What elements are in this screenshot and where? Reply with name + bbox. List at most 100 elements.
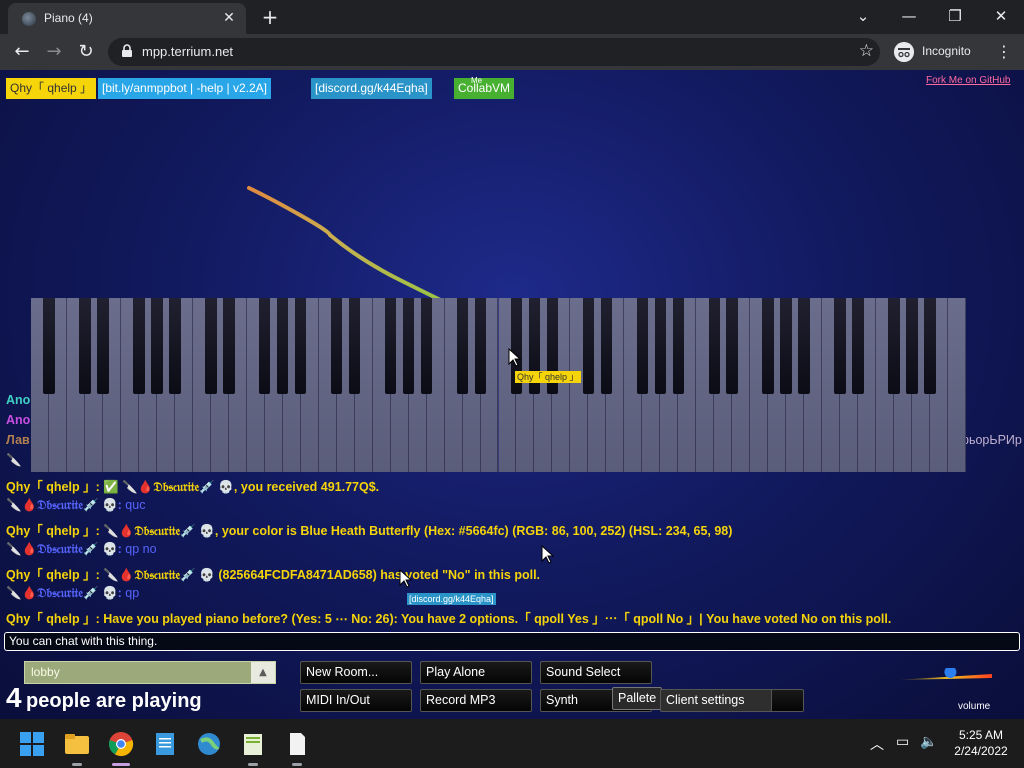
windows-start-icon[interactable]	[19, 731, 45, 757]
volume-slider[interactable]	[896, 668, 996, 700]
piano-black-key[interactable]	[276, 298, 289, 394]
chat-username: 🔪🩸𝔇𝔟𝔰𝔠𝔲𝔯𝔦𝔱𝔢💉 💀:	[6, 586, 122, 600]
chat-message: Qhy「 qhelp 」: 🔪🩸𝔇𝔟𝔰𝔠𝔲𝔯𝔦𝔱𝔢💉 💀, your color…	[6, 520, 732, 539]
piano-black-key[interactable]	[474, 298, 487, 394]
piano-black-key[interactable]	[330, 298, 343, 394]
clock[interactable]: 5:25 AM 2/24/2022	[948, 727, 1014, 759]
chat-username: Qhy「 qhelp 」:	[6, 524, 100, 538]
piano-black-key[interactable]	[762, 298, 774, 394]
client-settings-button[interactable]: Client settings	[660, 689, 772, 712]
chat-username: Qhy「 qhelp 」:	[6, 480, 100, 494]
reload-icon[interactable]: ↻	[74, 40, 98, 64]
midi-button[interactable]: MIDI In/Out	[300, 689, 412, 712]
chat-message: 🔪🩸𝔇𝔟𝔰𝔠𝔲𝔯𝔦𝔱𝔢💉 💀: qp	[6, 586, 139, 601]
chat-username: Qhy「 qhelp 」:	[6, 612, 100, 626]
display-icon[interactable]: ▭	[896, 734, 909, 750]
chat-text: quc	[125, 498, 146, 512]
incognito-profile-button[interactable]: Incognito	[890, 39, 986, 65]
chat-partial-knife-icon: 🔪	[6, 453, 22, 467]
chat-text: qp no	[125, 542, 157, 556]
piano-black-key[interactable]	[708, 298, 720, 394]
blank-file-icon[interactable]	[284, 731, 310, 757]
piano-black-key[interactable]	[672, 298, 685, 394]
chat-partial: Лав	[6, 433, 30, 447]
new-room-button[interactable]: New Room...	[300, 661, 412, 684]
piano-white-key[interactable]	[948, 298, 966, 472]
forward-arrow-icon[interactable]: →	[42, 40, 66, 64]
minimize-icon[interactable]: —	[887, 4, 931, 28]
speaker-icon[interactable]: 🔈	[920, 734, 937, 750]
piano-black-key[interactable]	[97, 298, 109, 394]
piano-black-key[interactable]	[258, 298, 271, 394]
new-tab-plus-icon[interactable]: +	[258, 6, 282, 28]
piano-keyboard[interactable]	[31, 298, 966, 472]
pallete-button[interactable]: Pallete	[612, 687, 662, 710]
tab-title: Piano (4)	[44, 11, 93, 25]
player-count-number: 4	[6, 682, 22, 713]
piano-black-key[interactable]	[906, 298, 918, 394]
piano-black-key[interactable]	[600, 298, 613, 394]
piano-black-key[interactable]	[205, 298, 217, 394]
player-count-text: people are playing	[26, 690, 202, 712]
notepad-icon[interactable]	[152, 731, 178, 757]
piano-black-key[interactable]	[43, 298, 55, 394]
network-globe-icon[interactable]	[196, 731, 222, 757]
cursor-name-tag: [discord.gg/k44Eqha]	[407, 593, 496, 605]
piano-black-key[interactable]	[384, 298, 397, 394]
chrome-icon[interactable]	[108, 731, 134, 757]
piano-black-key[interactable]	[582, 298, 595, 394]
piano-page: Qhy「 qhelp 」 [bit.ly/anmppbot | -help | …	[0, 70, 1024, 719]
piano-black-key[interactable]	[348, 298, 361, 394]
address-bar[interactable]: mpp.terrium.net ☆	[108, 38, 880, 66]
bookmark-star-icon[interactable]: ☆	[859, 41, 874, 61]
record-mp3-button[interactable]: Record MP3	[420, 689, 532, 712]
clock-date: 2/24/2022	[954, 744, 1008, 758]
close-tab-icon[interactable]: ✕	[220, 9, 238, 27]
triangle-up-icon[interactable]: ▲	[251, 662, 275, 683]
chat-input[interactable]: You can chat with this thing.	[4, 632, 1020, 651]
piano-black-key[interactable]	[636, 298, 649, 394]
piano-black-key[interactable]	[151, 298, 163, 394]
taskbar-indicator	[292, 763, 302, 766]
piano-black-key[interactable]	[654, 298, 667, 394]
incognito-label: Incognito	[922, 44, 971, 58]
piano-black-key[interactable]	[726, 298, 738, 394]
piano-black-key[interactable]	[402, 298, 415, 394]
piano-black-key[interactable]	[420, 298, 433, 394]
piano-favicon-icon	[22, 12, 36, 26]
chat-message: Qhy「 qhelp 」: 🔪🩸𝔇𝔟𝔰𝔠𝔲𝔯𝔦𝔱𝔢💉 💀 (825664FCDF…	[6, 564, 540, 583]
piano-black-key[interactable]	[924, 298, 936, 394]
chat-text: 🔪🩸𝔇𝔟𝔰𝔠𝔲𝔯𝔦𝔱𝔢💉 💀, your color is Blue Heath…	[103, 524, 733, 538]
chat-message: 🔪🩸𝔇𝔟𝔰𝔠𝔲𝔯𝔦𝔱𝔢💉 💀: quc	[6, 498, 145, 513]
notepadpp-icon[interactable]	[240, 731, 266, 757]
piano-black-key[interactable]	[888, 298, 900, 394]
piano-black-key[interactable]	[133, 298, 145, 394]
windows-taskbar: ︿ ▭ 🔈 5:25 AM 2/24/2022	[0, 719, 1024, 768]
taskbar-indicator-active	[112, 763, 130, 766]
browser-tab[interactable]: Piano (4) ✕	[8, 3, 246, 34]
piano-black-key[interactable]	[780, 298, 792, 394]
piano-black-key[interactable]	[79, 298, 91, 394]
chat-text: 🔪🩸𝔇𝔟𝔰𝔠𝔲𝔯𝔦𝔱𝔢💉 💀 (825664FCDFA8471AD658) ha…	[103, 568, 541, 582]
room-select[interactable]: lobby ▲	[24, 661, 276, 684]
piano-black-key[interactable]	[852, 298, 864, 394]
sound-select-button[interactable]: Sound Select	[540, 661, 652, 684]
restore-icon[interactable]: ❐	[933, 4, 977, 28]
url-text: mpp.terrium.net	[142, 44, 234, 59]
piano-black-key[interactable]	[294, 298, 307, 394]
piano-black-key[interactable]	[223, 298, 235, 394]
back-arrow-icon[interactable]: ←	[10, 40, 34, 64]
piano-black-key[interactable]	[456, 298, 469, 394]
chevron-up-icon[interactable]: ︿	[870, 734, 884, 754]
play-alone-button[interactable]: Play Alone	[420, 661, 532, 684]
piano-black-key[interactable]	[834, 298, 846, 394]
tab-search-chevron-icon[interactable]: ⌄	[841, 4, 885, 28]
chat-username: 🔪🩸𝔇𝔟𝔰𝔠𝔲𝔯𝔦𝔱𝔢💉 💀:	[6, 498, 122, 512]
piano-black-key[interactable]	[169, 298, 181, 394]
browser-menu-icon[interactable]: ⋮	[994, 40, 1014, 64]
file-explorer-icon[interactable]	[64, 731, 90, 757]
piano-black-key[interactable]	[798, 298, 810, 394]
cursor-arrow-icon	[399, 569, 413, 588]
close-window-icon[interactable]: ✕	[979, 4, 1023, 28]
volume-label: volume	[958, 701, 991, 712]
